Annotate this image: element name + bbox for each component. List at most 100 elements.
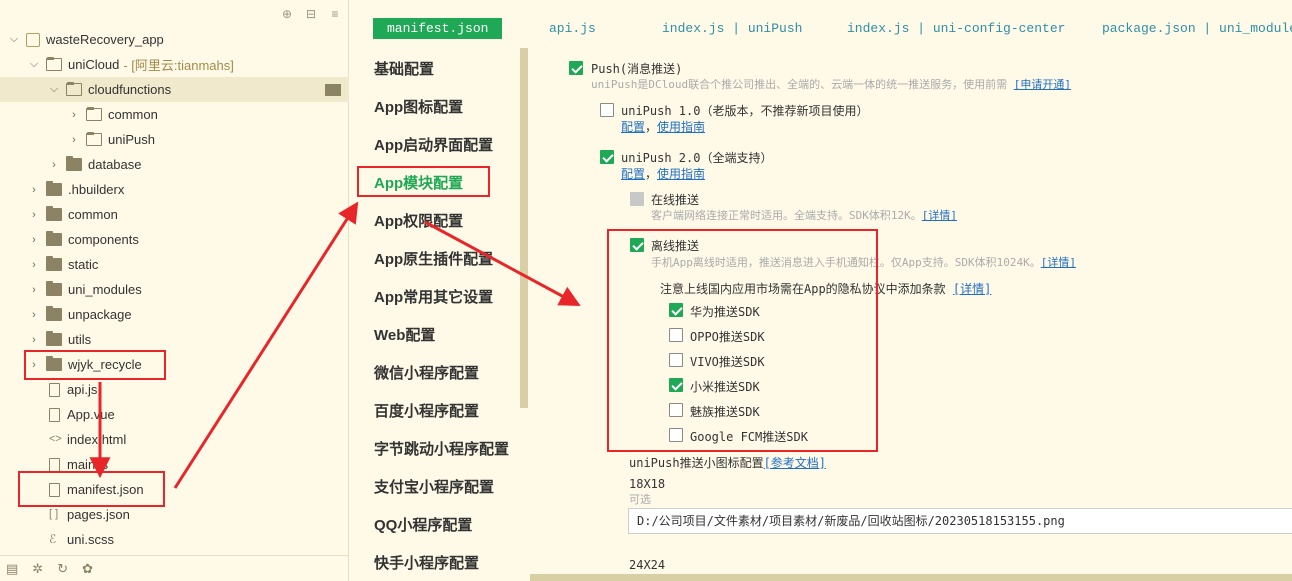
tree-item-unicloud[interactable]: ⌵ uniCloud - [阿里云:tianmahs] bbox=[0, 52, 349, 77]
nav-scrollbar[interactable] bbox=[520, 48, 528, 408]
chevron-right-icon[interactable]: › bbox=[28, 184, 40, 196]
nav-app-icon-config[interactable]: App图标配置 bbox=[374, 96, 463, 117]
chevron-right-icon[interactable]: › bbox=[28, 334, 40, 346]
chevron-right-icon[interactable]: › bbox=[68, 134, 80, 146]
tree-item-unipush[interactable]: › uniPush bbox=[0, 127, 349, 152]
unipush1-config-link[interactable]: 配置 bbox=[621, 120, 645, 134]
nav-app-splash-config[interactable]: App启动界面配置 bbox=[374, 134, 493, 155]
unipush2-label: uniPush 2.0（全端支持） bbox=[621, 151, 773, 165]
tree-item-unpackage[interactable]: › unpackage bbox=[0, 302, 349, 327]
tab-index-js-uni-config-center[interactable]: index.js | uni-config-center bbox=[847, 18, 1065, 39]
apply-link[interactable]: [申请开通] bbox=[1014, 78, 1071, 91]
annotation-box-offline-push bbox=[607, 229, 878, 452]
icon-18-path-input[interactable]: D:/公司项目/文件素材/项目素材/新废品/回收站图标/202305181531… bbox=[628, 508, 1292, 534]
tab-index-js-unipush[interactable]: index.js | uniPush bbox=[662, 18, 802, 39]
chevron-down-icon[interactable]: ⌵ bbox=[48, 83, 60, 96]
explorer-bottom-bar: ▤ ✲ ↻ ✿ bbox=[0, 555, 349, 581]
chevron-down-icon[interactable]: ⌵ bbox=[8, 33, 20, 46]
js-file-icon bbox=[49, 382, 60, 397]
tree-item-cloudfunctions[interactable]: ⌵ cloudfunctions bbox=[0, 77, 349, 102]
chevron-down-icon[interactable]: ⌵ bbox=[28, 58, 40, 71]
chevron-right-icon[interactable]: › bbox=[28, 309, 40, 321]
chevron-right-icon[interactable]: › bbox=[28, 259, 40, 271]
tree-item-components[interactable]: › components bbox=[0, 227, 349, 252]
tree-item-label: .hbuilderx bbox=[68, 182, 125, 197]
content-scrollbar[interactable] bbox=[530, 574, 1292, 581]
tab-manifest-json[interactable]: manifest.json bbox=[373, 18, 503, 39]
tree-item-utils[interactable]: › utils bbox=[0, 327, 349, 352]
nav-kuaishou-mp-config[interactable]: 快手小程序配置 bbox=[374, 552, 479, 573]
tab-package-json[interactable]: package.json | uni_module.. bbox=[1102, 18, 1292, 39]
locate-icon[interactable]: ⊕ bbox=[280, 7, 294, 21]
folder-icon bbox=[66, 156, 82, 171]
tree-item-uni-modules[interactable]: › uni_modules bbox=[0, 277, 349, 302]
folder-icon bbox=[46, 256, 62, 271]
tree-item-cf-common[interactable]: › common bbox=[0, 102, 349, 127]
tree-item-uni-scss[interactable]: ℰ uni.scss bbox=[0, 527, 349, 552]
chevron-right-icon[interactable]: › bbox=[28, 209, 40, 221]
tree-item-app-vue[interactable]: App.vue bbox=[0, 402, 349, 427]
cloud-provider-label: - [阿里云:tianmahs] bbox=[123, 58, 234, 73]
folder-open-icon bbox=[46, 57, 62, 71]
collapse-all-icon[interactable]: ⊟ bbox=[304, 7, 318, 21]
tree-item-index-html[interactable]: <> index.html bbox=[0, 427, 349, 452]
tree-item-label: main.js bbox=[67, 457, 109, 472]
git-icon[interactable]: ↻ bbox=[57, 561, 68, 577]
size-24-label: 24X24 bbox=[629, 558, 666, 572]
notice-details-link[interactable]: [详情] bbox=[953, 282, 991, 296]
palette-icon[interactable]: ✿ bbox=[82, 561, 93, 577]
tree-item-project[interactable]: ⌵ wasteRecovery_app bbox=[0, 27, 349, 52]
menu-icon[interactable]: ≡ bbox=[328, 7, 342, 21]
tree-item-label: common bbox=[108, 107, 158, 122]
online-push-label: 在线推送 bbox=[651, 193, 700, 207]
nav-toutiao-mp-config[interactable]: 字节跳动小程序配置 bbox=[374, 438, 509, 459]
tree-item-label: uni.scss bbox=[67, 532, 114, 547]
tree-item-common[interactable]: › common bbox=[0, 202, 349, 227]
nav-baidu-mp-config[interactable]: 百度小程序配置 bbox=[374, 400, 479, 421]
tree-item-api-js[interactable]: api.js bbox=[0, 377, 349, 402]
unipush2-checkbox[interactable] bbox=[600, 150, 614, 164]
nav-weixin-mp-config[interactable]: 微信小程序配置 bbox=[374, 362, 479, 383]
tree-item-label: App.vue bbox=[67, 407, 115, 422]
online-desc-text: 客户端网络连接正常时适用。全端支持。SDK体积12K。 bbox=[651, 209, 922, 222]
unipush2-guide-link[interactable]: 使用指南 bbox=[657, 167, 705, 181]
tree-item-label: uni_modules bbox=[68, 282, 142, 297]
annotation-box-manifest bbox=[18, 471, 165, 507]
nav-basic-config[interactable]: 基础配置 bbox=[374, 58, 434, 79]
push-checkbox[interactable] bbox=[569, 61, 583, 75]
optional-label: 可选 bbox=[629, 493, 651, 506]
folder-open-icon bbox=[66, 82, 82, 96]
vue-file-icon bbox=[49, 407, 60, 422]
nav-app-other-settings[interactable]: App常用其它设置 bbox=[374, 286, 493, 307]
chevron-right-icon[interactable]: › bbox=[48, 159, 60, 171]
annotation-box-wjyk bbox=[24, 350, 166, 380]
tree-item-hbuilderx[interactable]: › .hbuilderx bbox=[0, 177, 349, 202]
tree-item-label: common bbox=[68, 207, 118, 222]
nav-alipay-mp-config[interactable]: 支付宝小程序配置 bbox=[374, 476, 494, 497]
unipush2-config-link[interactable]: 配置 bbox=[621, 167, 645, 181]
chevron-right-icon[interactable]: › bbox=[68, 109, 80, 121]
debug-icon[interactable]: ✲ bbox=[32, 561, 43, 577]
unipush1-label: uniPush 1.0（老版本，不推荐新项目使用） bbox=[621, 104, 869, 118]
tree-item-label: components bbox=[68, 232, 139, 247]
unipush1-checkbox[interactable] bbox=[600, 103, 614, 117]
files-icon[interactable]: ▤ bbox=[6, 561, 18, 577]
offline-details-link[interactable]: [详情] bbox=[1041, 256, 1076, 269]
nav-qq-mp-config[interactable]: QQ小程序配置 bbox=[374, 514, 472, 535]
online-details-link[interactable]: [详情] bbox=[922, 209, 957, 222]
reference-doc-link[interactable]: [参考文档] bbox=[764, 456, 826, 470]
tree-item-static[interactable]: › static bbox=[0, 252, 349, 277]
tree-item-label: database bbox=[88, 157, 142, 172]
nav-app-permission-config[interactable]: App权限配置 bbox=[374, 210, 463, 231]
nav-web-config[interactable]: Web配置 bbox=[374, 324, 435, 345]
tab-api-js[interactable]: api.js bbox=[549, 18, 596, 39]
chevron-right-icon[interactable]: › bbox=[28, 234, 40, 246]
nav-app-native-plugin-config[interactable]: App原生插件配置 bbox=[374, 248, 493, 269]
push-description: uniPush是DCloud联合个推公司推出、全端的、云端一体的统一推送服务，使… bbox=[591, 76, 1071, 92]
annotation-box-module-config bbox=[357, 166, 490, 197]
tree-item-label: static bbox=[68, 257, 99, 272]
chevron-right-icon[interactable]: › bbox=[28, 284, 40, 296]
tree-item-database[interactable]: › database bbox=[0, 152, 349, 177]
unipush1-guide-link[interactable]: 使用指南 bbox=[657, 120, 705, 134]
folder-icon[interactable] bbox=[325, 84, 341, 96]
